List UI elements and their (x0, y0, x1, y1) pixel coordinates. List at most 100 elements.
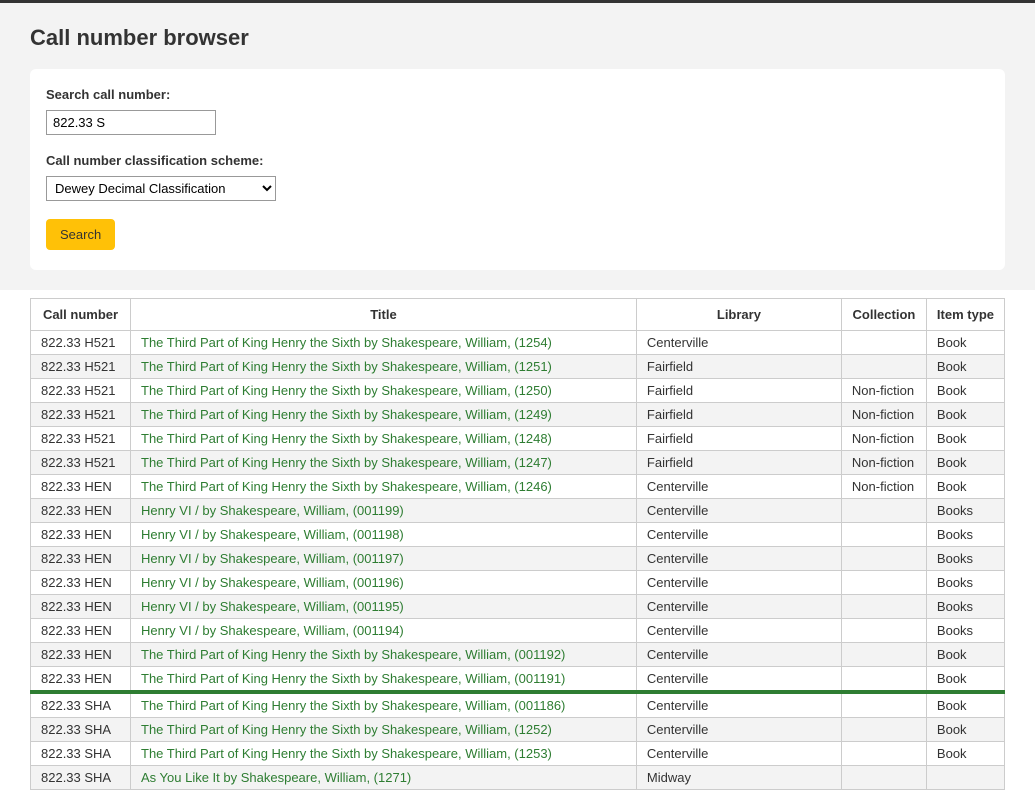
cell-item-type: Book (926, 427, 1004, 451)
cell-item-type: Book (926, 355, 1004, 379)
cell-item-type: Books (926, 547, 1004, 571)
title-link[interactable]: The Third Part of King Henry the Sixth b… (141, 359, 552, 374)
search-call-input[interactable] (46, 110, 216, 135)
search-button[interactable]: Search (46, 219, 115, 250)
cell-item-type: Book (926, 475, 1004, 499)
cell-collection (841, 766, 926, 790)
title-link[interactable]: The Third Part of King Henry the Sixth b… (141, 647, 565, 662)
cell-title: Henry VI / by Shakespeare, William, (001… (131, 499, 637, 523)
title-link[interactable]: The Third Part of King Henry the Sixth b… (141, 455, 552, 470)
cell-title: The Third Part of King Henry the Sixth b… (131, 742, 637, 766)
cell-title: The Third Part of King Henry the Sixth b… (131, 331, 637, 355)
table-row: 822.33 HEN Henry VI / by Shakespeare, Wil… (31, 619, 1005, 643)
title-link[interactable]: Henry VI / by Shakespeare, William, (001… (141, 527, 404, 542)
cell-library: Centerville (636, 523, 841, 547)
title-link[interactable]: The Third Part of King Henry the Sixth b… (141, 746, 552, 761)
cell-item-type: Books (926, 523, 1004, 547)
cell-title: The Third Part of King Henry the Sixth b… (131, 427, 637, 451)
cell-call-number: 822.33 HEN (31, 595, 131, 619)
th-library: Library (636, 299, 841, 331)
table-row: 822.33 H521The Third Part of King Henry … (31, 403, 1005, 427)
table-row: 822.33 H521 The Third Part of King Henry … (31, 451, 1005, 475)
cell-collection (841, 331, 926, 355)
title-link[interactable]: Henry VI / by Shakespeare, William, (001… (141, 623, 404, 638)
table-row: 822.33 HEN Henry VI / by Shakespeare, Wil… (31, 571, 1005, 595)
table-row: 822.33 SHAThe Third Part of King Henry t… (31, 693, 1005, 718)
cell-title: The Third Part of King Henry the Sixth b… (131, 667, 637, 692)
table-row: 822.33 HENThe Third Part of King Henry t… (31, 643, 1005, 667)
table-row: 822.33 SHA The Third Part of King Henry t… (31, 718, 1005, 742)
cell-call-number: 822.33 HEN (31, 619, 131, 643)
table-row: 822.33 SHAAs You Like It by Shakespeare,… (31, 766, 1005, 790)
cell-call-number: 822.33 H521 (31, 451, 131, 475)
cell-title: The Third Part of King Henry the Sixth b… (131, 475, 637, 499)
cell-library: Centerville (636, 693, 841, 718)
cell-title: Henry VI / by Shakespeare, William, (001… (131, 547, 637, 571)
title-link[interactable]: Henry VI / by Shakespeare, William, (001… (141, 551, 404, 566)
cell-call-number: 822.33 H521 (31, 427, 131, 451)
table-row: 822.33 HENHenry VI / by Shakespeare, Wil… (31, 547, 1005, 571)
cell-title: Henry VI / by Shakespeare, William, (001… (131, 619, 637, 643)
cell-call-number: 822.33 HEN (31, 667, 131, 692)
table-row: 822.33 H521The Third Part of King Henry … (31, 355, 1005, 379)
title-link[interactable]: Henry VI / by Shakespeare, William, (001… (141, 503, 404, 518)
cell-call-number: 822.33 HEN (31, 571, 131, 595)
cell-library: Midway (636, 766, 841, 790)
cell-collection: Non-fiction (841, 427, 926, 451)
cell-collection (841, 643, 926, 667)
table-row: 822.33 H521The Third Part of King Henry … (31, 379, 1005, 403)
title-link[interactable]: The Third Part of King Henry the Sixth b… (141, 383, 552, 398)
cell-title: The Third Part of King Henry the Sixth b… (131, 355, 637, 379)
title-link[interactable]: The Third Part of King Henry the Sixth b… (141, 722, 552, 737)
cell-item-type: Book (926, 331, 1004, 355)
cell-library: Centerville (636, 499, 841, 523)
search-form-panel: Search call number: Call number classifi… (30, 69, 1005, 270)
table-row: 822.33 HENHenry VI / by Shakespeare, Wil… (31, 523, 1005, 547)
cell-collection: Non-fiction (841, 451, 926, 475)
cell-collection: Non-fiction (841, 475, 926, 499)
cell-collection (841, 571, 926, 595)
scheme-group: Call number classification scheme: Dewey… (46, 153, 989, 201)
th-call-number: Call number (31, 299, 131, 331)
search-call-label: Search call number: (46, 87, 989, 102)
cell-call-number: 822.33 HEN (31, 475, 131, 499)
title-link[interactable]: The Third Part of King Henry the Sixth b… (141, 407, 552, 422)
cell-title: The Third Part of King Henry the Sixth b… (131, 379, 637, 403)
table-row: 822.33 HEN The Third Part of King Henry t… (31, 475, 1005, 499)
th-title: Title (131, 299, 637, 331)
cell-collection (841, 718, 926, 742)
cell-item-type: Books (926, 499, 1004, 523)
cell-call-number: 822.33 HEN (31, 499, 131, 523)
cell-title: The Third Part of King Henry the Sixth b… (131, 643, 637, 667)
title-link[interactable]: Henry VI / by Shakespeare, William, (001… (141, 575, 404, 590)
cell-library: Centerville (636, 619, 841, 643)
table-row: 822.33 SHAThe Third Part of King Henry t… (31, 742, 1005, 766)
title-link[interactable]: As You Like It by Shakespeare, William, … (141, 770, 411, 785)
cell-item-type: Books (926, 571, 1004, 595)
cell-library: Fairfield (636, 427, 841, 451)
scheme-select[interactable]: Dewey Decimal Classification (46, 176, 276, 201)
cell-item-type: Book (926, 403, 1004, 427)
cell-library: Centerville (636, 571, 841, 595)
cell-library: Centerville (636, 742, 841, 766)
cell-call-number: 822.33 SHA (31, 718, 131, 742)
results-table: Call number Title Library Collection Ite… (30, 298, 1005, 790)
cell-collection (841, 742, 926, 766)
cell-collection (841, 595, 926, 619)
cell-collection (841, 499, 926, 523)
cell-library: Centerville (636, 547, 841, 571)
cell-item-type: Book (926, 742, 1004, 766)
cell-title: The Third Part of King Henry the Sixth b… (131, 451, 637, 475)
title-link[interactable]: The Third Part of King Henry the Sixth b… (141, 698, 565, 713)
cell-library: Centerville (636, 643, 841, 667)
page-title: Call number browser (30, 25, 1005, 51)
title-link[interactable]: The Third Part of King Henry the Sixth b… (141, 479, 552, 494)
title-link[interactable]: Henry VI / by Shakespeare, William, (001… (141, 599, 404, 614)
cell-library: Centerville (636, 667, 841, 692)
title-link[interactable]: The Third Part of King Henry the Sixth b… (141, 335, 552, 350)
title-link[interactable]: The Third Part of King Henry the Sixth b… (141, 431, 552, 446)
cell-collection (841, 547, 926, 571)
title-link[interactable]: The Third Part of King Henry the Sixth b… (141, 671, 565, 686)
results-table-wrap: Call number Title Library Collection Ite… (0, 290, 1035, 810)
cell-item-type (926, 766, 1004, 790)
